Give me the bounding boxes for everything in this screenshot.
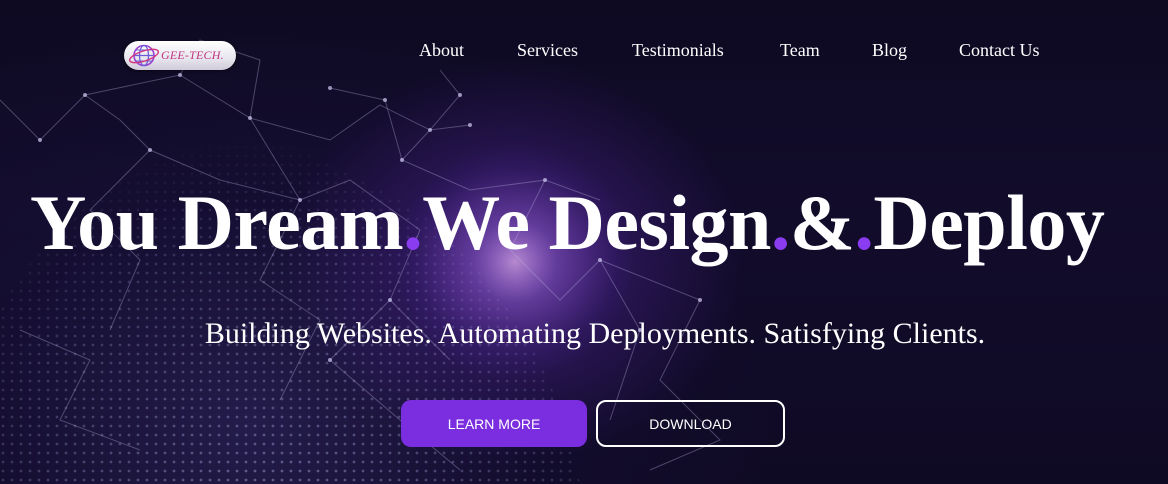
headline-dot: . [770, 179, 791, 266]
nav-item-team[interactable]: Team [780, 40, 820, 61]
headline-ampersand: & [789, 179, 855, 266]
headline-you-dream: You Dream [30, 179, 404, 266]
hero-subtitle: Building Websites. Automating Deployment… [204, 317, 986, 350]
nav-item-about[interactable]: About [419, 40, 464, 61]
headline-dot: . [854, 179, 874, 266]
nav-item-contact-us[interactable]: Contact Us [959, 40, 1040, 61]
globe-icon [128, 44, 160, 67]
nav-item-blog[interactable]: Blog [872, 40, 907, 61]
headline-deploy: Deploy [873, 179, 1105, 266]
hero-headline: You Dream.We Design.&.Deploy [30, 178, 1105, 268]
learn-more-button[interactable]: LEARN MORE [401, 400, 587, 447]
brand-logo[interactable]: GEE-TECH. [124, 41, 236, 70]
hero-section: GEE-TECH. About Services Testimonials Te… [0, 0, 1168, 484]
headline-dot: . [403, 179, 423, 266]
nav-item-services[interactable]: Services [517, 40, 578, 61]
brand-logo-text: GEE-TECH. [161, 48, 224, 62]
headline-we-design: We Design [422, 179, 771, 266]
nav-item-testimonials[interactable]: Testimonials [632, 40, 724, 61]
download-button[interactable]: DOWNLOAD [596, 400, 785, 447]
